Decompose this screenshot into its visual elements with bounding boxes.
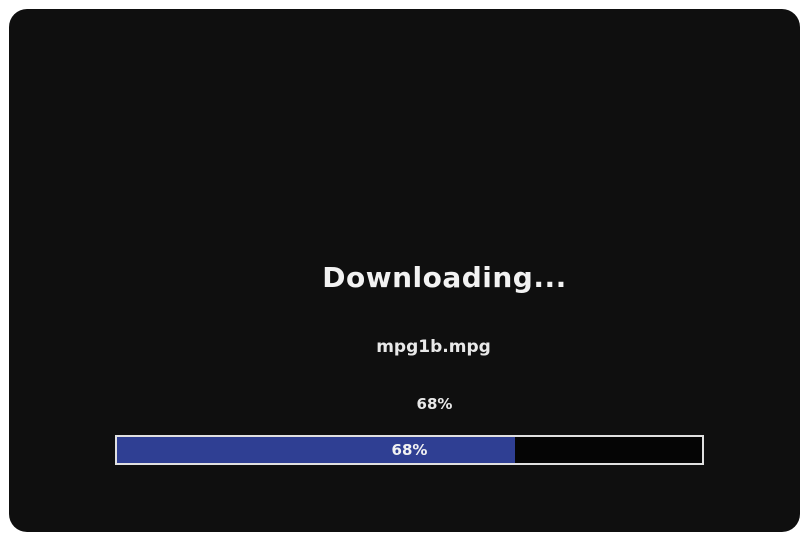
file-name: mpg1b.mpg [376,337,491,357]
download-title: Downloading... [322,261,567,294]
progress-bar-label: 68% [391,441,428,459]
progress-bar: 68% [115,435,704,465]
download-screen: Downloading... mpg1b.mpg 68% 68% [9,9,800,532]
progress-percent-text: 68% [416,395,453,413]
